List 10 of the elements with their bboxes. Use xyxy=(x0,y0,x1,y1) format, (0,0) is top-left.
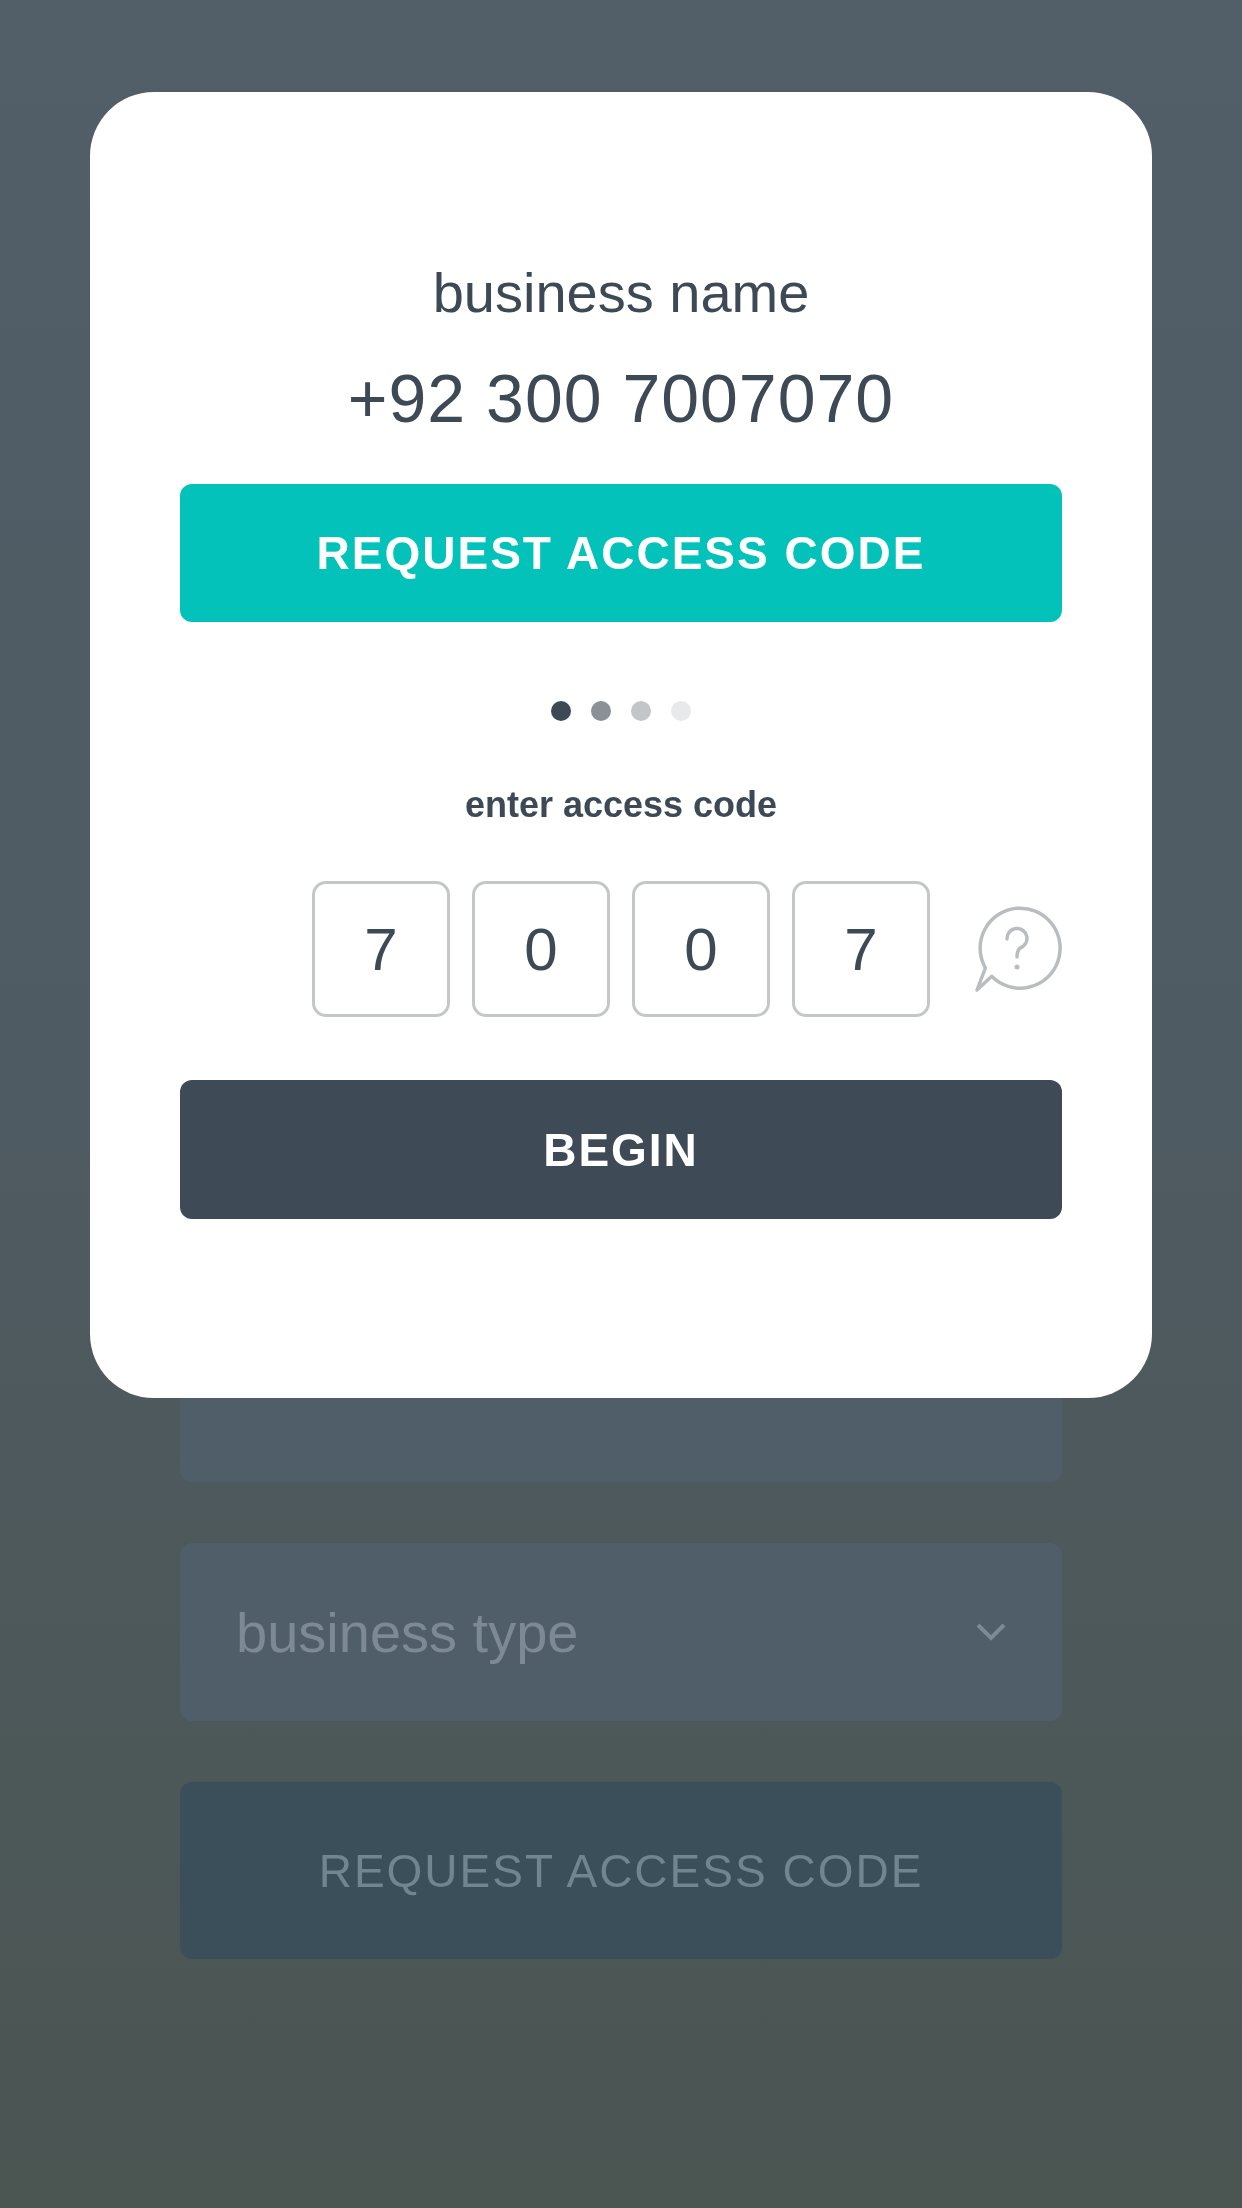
code-label: enter access code xyxy=(464,783,778,827)
chevron-icon xyxy=(976,1623,1006,1641)
code-digit-field[interactable]: 7 xyxy=(312,881,450,1017)
help-bubble-icon[interactable] xyxy=(972,904,1062,994)
business-name: business name xyxy=(432,260,810,326)
code-digit-field[interactable]: 7 xyxy=(792,881,930,1017)
begin-button[interactable]: BEGIN xyxy=(180,1080,1062,1219)
code-digit-field[interactable]: 0 xyxy=(472,881,610,1017)
code-digit-field[interactable]: 0 xyxy=(632,881,770,1017)
phone-number: +92 300 7007070 xyxy=(347,359,895,438)
